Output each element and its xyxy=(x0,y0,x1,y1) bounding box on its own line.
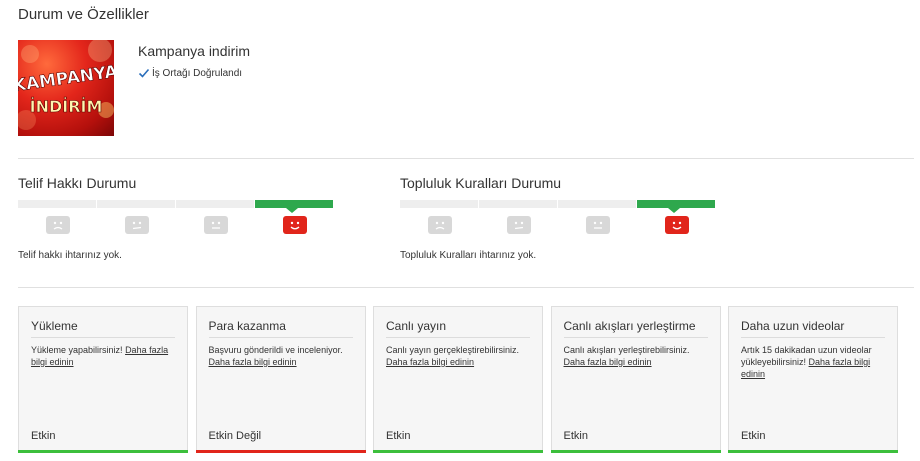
feature-card-text: Canlı akışları yerleştirebilirsiniz. xyxy=(563,345,690,355)
status-bar-4-active xyxy=(637,200,715,213)
status-bar-4-active xyxy=(255,200,333,213)
status-indicator-bar xyxy=(195,450,366,453)
feature-card-title: Canlı akışları yerleştirme xyxy=(563,319,696,333)
community-status: Topluluk Kuralları Durumu Topluluk Kural… xyxy=(400,175,720,261)
status-indicator-bar xyxy=(550,450,721,453)
card-divider xyxy=(741,337,885,338)
feature-card-status: Etkin xyxy=(741,430,766,442)
card-divider xyxy=(31,337,175,338)
sad-face-icon xyxy=(427,216,452,234)
feature-card-description: Canlı yayın gerçekleştirebilirsiniz. Dah… xyxy=(386,344,534,368)
feature-card-text: Canlı yayın gerçekleştirebilirsiniz. xyxy=(386,345,520,355)
channel-name[interactable]: Kampanya indirim xyxy=(138,43,250,59)
card-divider xyxy=(563,337,708,338)
divider xyxy=(18,287,914,288)
happy-face-icon xyxy=(664,216,689,234)
card-divider xyxy=(386,337,530,338)
feature-card-title: Canlı yayın xyxy=(386,319,447,333)
feature-card-embed-live: Canlı akışları yerleştirme Canlı akışlar… xyxy=(550,306,721,453)
happy-face-icon xyxy=(282,216,307,234)
community-status-bars xyxy=(400,200,720,213)
copyright-status: Telif Hakkı Durumu Telif hakkı ihtarınız… xyxy=(18,175,338,261)
neutral-face-icon xyxy=(203,216,228,234)
community-status-title: Topluluk Kuralları Durumu xyxy=(400,175,562,191)
copyright-status-note: Telif hakkı ihtarınız yok. xyxy=(18,250,122,261)
status-bar-1 xyxy=(400,200,478,208)
feature-card-status: Etkin xyxy=(563,430,588,442)
status-bar-3 xyxy=(558,200,636,208)
frown-face-icon xyxy=(506,216,531,234)
feature-card-title: Daha uzun videolar xyxy=(741,319,845,333)
thumbnail-text-bottom: İNDİRİM xyxy=(30,97,103,116)
neutral-face-icon xyxy=(585,216,610,234)
learn-more-link[interactable]: Daha fazla bilgi edinin xyxy=(564,357,652,367)
card-divider xyxy=(208,337,353,338)
verified-label: İş Ortağı Doğrulandı xyxy=(152,67,243,79)
feature-card-text: Başvuru gönderildi ve inceleniyor. xyxy=(208,345,343,355)
feature-card-title: Yükleme xyxy=(31,319,78,333)
feature-card-longer-videos: Daha uzun videolar Artık 15 dakikadan uz… xyxy=(728,306,898,453)
page-title: Durum ve Özellikler xyxy=(18,6,149,23)
feature-card-live-streaming: Canlı yayın Canlı yayın gerçekleştirebil… xyxy=(373,306,543,453)
status-indicator-bar xyxy=(728,450,898,453)
status-bar-2 xyxy=(479,200,557,208)
feature-card-text: Yükleme yapabilirsiniz! xyxy=(31,345,123,355)
feature-card-description: Artık 15 dakikadan uzun videolar yükleye… xyxy=(741,344,889,380)
feature-card-upload: Yükleme Yükleme yapabilirsiniz! Daha faz… xyxy=(18,306,188,453)
status-bar-2 xyxy=(97,200,175,208)
status-indicator-bar xyxy=(373,450,543,453)
sad-face-icon xyxy=(45,216,70,234)
checkmark-icon xyxy=(138,68,150,78)
learn-more-link[interactable]: Daha fazla bilgi edinin xyxy=(386,357,474,367)
feature-card-description: Başvuru gönderildi ve inceleniyor. Daha … xyxy=(209,344,357,368)
feature-card-status: Etkin Değil xyxy=(208,430,262,442)
channel-thumbnail[interactable]: KAMPANYA İNDİRİM xyxy=(18,40,114,136)
status-bar-1 xyxy=(18,200,96,208)
divider xyxy=(18,158,914,159)
feature-card-monetization: Para kazanma Başvuru gönderildi ve incel… xyxy=(195,306,366,453)
feature-cards: Yükleme Yükleme yapabilirsiniz! Daha faz… xyxy=(18,306,898,453)
learn-more-link[interactable]: Daha fazla bilgi edinin xyxy=(209,357,297,367)
thumbnail-text-top: KAMPANYA xyxy=(18,62,114,97)
verified-badge: İş Ortağı Doğrulandı xyxy=(138,67,242,79)
feature-card-title: Para kazanma xyxy=(208,319,286,333)
frown-face-icon xyxy=(124,216,149,234)
feature-card-description: Canlı akışları yerleştirebilirsiniz. Dah… xyxy=(564,344,712,368)
status-bar-3 xyxy=(176,200,254,208)
status-indicator-bar xyxy=(18,450,188,453)
community-status-note: Topluluk Kuralları ihtarınız yok. xyxy=(400,250,537,261)
feature-card-status: Etkin xyxy=(386,430,411,442)
feature-card-status: Etkin xyxy=(31,430,56,442)
copyright-status-bars xyxy=(18,200,338,213)
copyright-status-title: Telif Hakkı Durumu xyxy=(18,175,137,191)
feature-card-description: Yükleme yapabilirsiniz! Daha fazla bilgi… xyxy=(31,344,179,368)
